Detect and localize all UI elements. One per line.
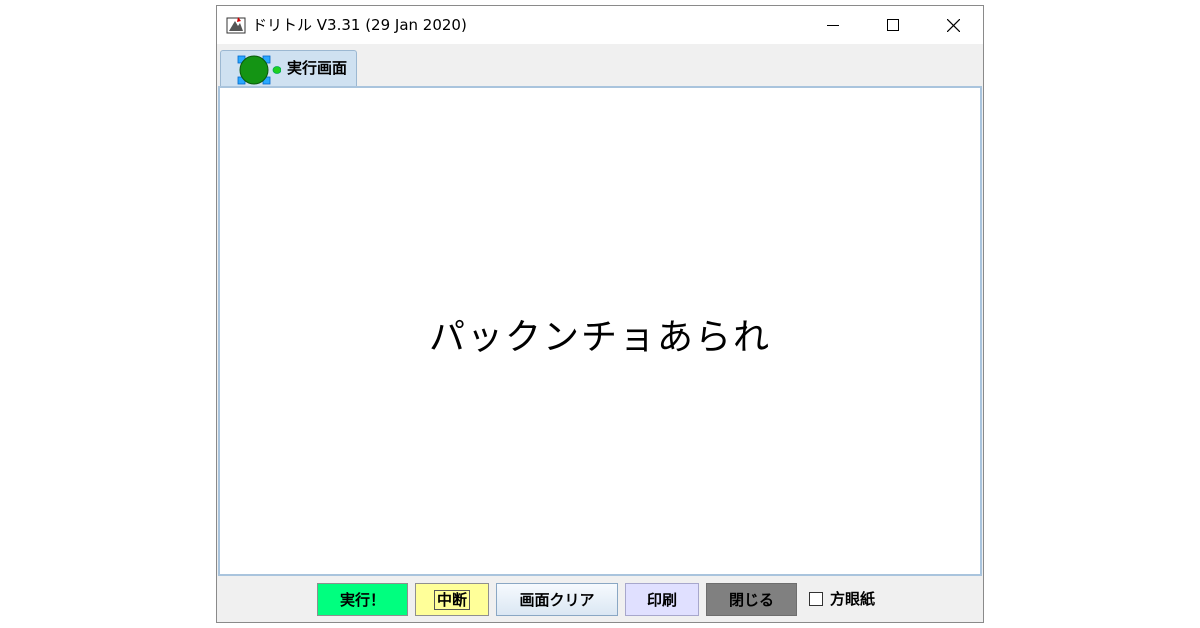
canvas-text: パックンチョあられ — [428, 317, 771, 358]
minimize-button[interactable] — [803, 6, 863, 44]
title-bar[interactable]: ドリトル V3.31 (29 Jan 2020) — [217, 6, 983, 44]
stop-button[interactable]: 中断 — [415, 583, 489, 616]
app-window: ドリトル V3.31 (29 Jan 2020) 実行画面 パックンチョあられ … — [216, 5, 984, 623]
close-icon — [946, 18, 960, 32]
tab-label: 実行画面 — [287, 59, 348, 77]
maximize-icon — [887, 19, 899, 31]
print-button[interactable]: 印刷 — [625, 583, 699, 616]
close-window-button[interactable] — [923, 6, 983, 44]
dolittle-app-icon — [226, 17, 246, 34]
turtle-canvas[interactable]: パックンチョあられ — [218, 86, 982, 576]
tab-strip: 実行画面 — [217, 44, 983, 86]
clear-screen-button[interactable]: 画面クリア — [496, 583, 618, 616]
turtle-icon — [237, 55, 281, 85]
window-title: ドリトル V3.31 (29 Jan 2020) — [252, 16, 467, 34]
grid-paper-label[interactable]: 方眼紙 — [830, 590, 875, 608]
tab-execution-screen[interactable]: 実行画面 — [220, 50, 357, 86]
maximize-button[interactable] — [863, 6, 923, 44]
stop-button-label: 中断 — [433, 589, 470, 610]
run-button[interactable]: 実行！ — [317, 583, 408, 616]
minimize-icon — [827, 25, 839, 26]
button-bar: 実行！ 中断 画面クリア 印刷 閉じる 方眼紙 — [217, 576, 983, 622]
grid-paper-checkbox[interactable] — [809, 592, 823, 606]
close-button[interactable]: 閉じる — [706, 583, 797, 616]
